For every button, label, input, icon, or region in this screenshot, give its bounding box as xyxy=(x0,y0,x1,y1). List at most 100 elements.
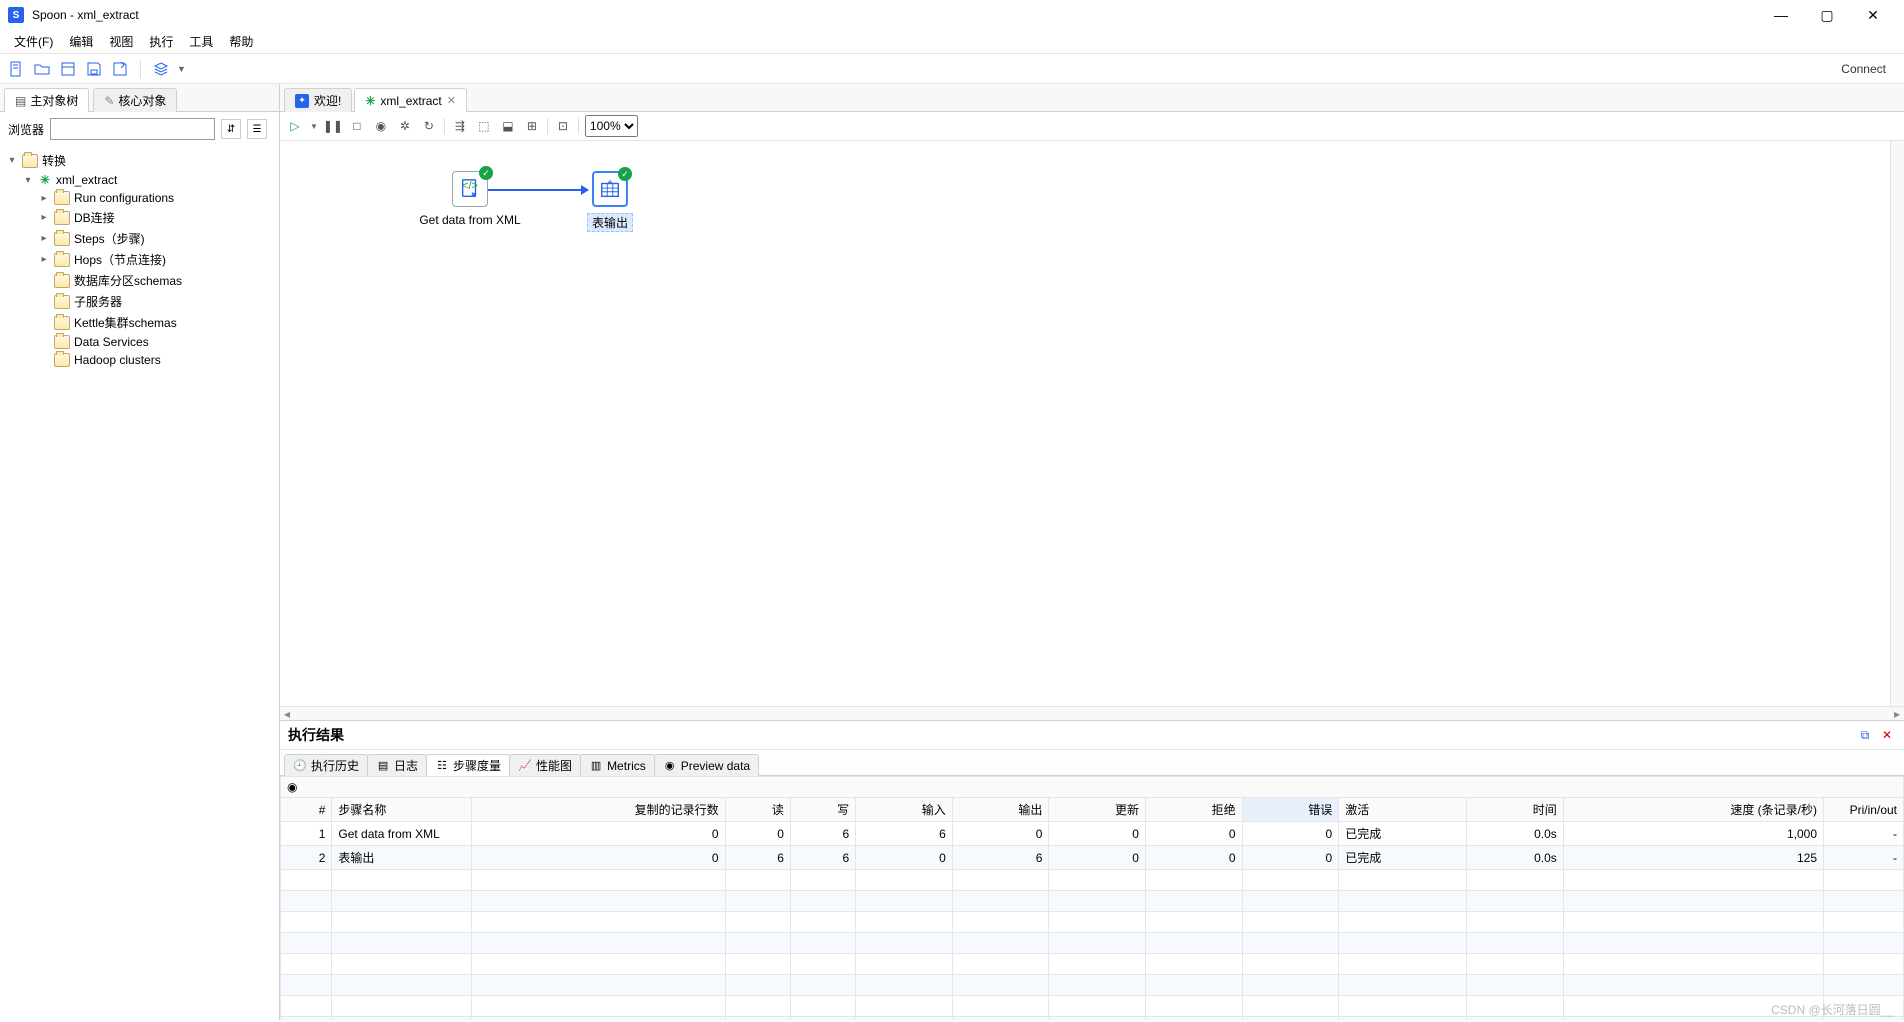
canvas[interactable]: </> ✓ Get data from XML ✓ 表输出 xyxy=(280,141,1904,706)
canvas-vertical-scrollbar[interactable] xyxy=(1890,141,1904,706)
tree-item[interactable]: ▸Hadoop clusters xyxy=(6,351,273,369)
canvas-toolbar: ▷ ▼ ❚❚ □ ◉ ✲ ↻ ⇶ ⬚ ⬓ ⊞ ⊡ 100% xyxy=(280,112,1904,141)
col-speed[interactable]: 速度 (条记录/秒) xyxy=(1563,798,1823,822)
run-dropdown-icon[interactable]: ▼ xyxy=(310,122,318,131)
menu-help[interactable]: 帮助 xyxy=(221,29,261,54)
eye-icon[interactable]: ◉ xyxy=(287,780,297,794)
menu-tools[interactable]: 工具 xyxy=(181,29,221,54)
node-table-output-box[interactable]: ✓ xyxy=(592,171,628,207)
verify-icon[interactable]: ⇶ xyxy=(451,117,469,135)
col-reject[interactable]: 拒绝 xyxy=(1145,798,1242,822)
results-table-wrap[interactable]: ◉ # 步骤名称 复制的记录行数 读 写 输入 输出 更新 拒绝 错误 xyxy=(280,776,1904,1020)
tree-item[interactable]: ▸Steps（步骤) xyxy=(6,228,273,249)
app-icon: S xyxy=(8,7,24,23)
explore-icon[interactable] xyxy=(58,59,78,79)
object-tree[interactable]: ▾转换 ▾✳xml_extract ▸Run configurations ▸D… xyxy=(0,146,279,1020)
minimize-button[interactable]: — xyxy=(1758,0,1804,30)
new-file-icon[interactable] xyxy=(6,59,26,79)
run-icon[interactable]: ▷ xyxy=(286,117,304,135)
tree-item[interactable]: ▸子服务器 xyxy=(6,291,273,312)
close-panel-icon[interactable]: ✕ xyxy=(1878,726,1896,744)
sql-icon[interactable]: ⬓ xyxy=(499,117,517,135)
col-error[interactable]: 错误 xyxy=(1242,798,1339,822)
show-results-icon[interactable]: ⊡ xyxy=(554,117,572,135)
perspective-icon[interactable] xyxy=(151,59,171,79)
cell-idx: 1 xyxy=(281,822,332,846)
tab-exec-history[interactable]: 🕘执行历史 xyxy=(284,754,368,776)
col-output[interactable]: 输出 xyxy=(952,798,1049,822)
tab-step-metrics[interactable]: ☷步骤度量 xyxy=(426,754,510,776)
node-get-xml-box[interactable]: </> ✓ xyxy=(452,171,488,207)
dropdown-caret-icon[interactable]: ▼ xyxy=(177,64,186,74)
table-row-empty xyxy=(281,996,1904,1017)
table-header-row: # 步骤名称 复制的记录行数 读 写 输入 输出 更新 拒绝 错误 激活 时间 xyxy=(281,798,1904,822)
cell-update: 0 xyxy=(1049,822,1146,846)
table-row[interactable]: 2表输出06606000已完成0.0s125- xyxy=(281,846,1904,870)
preview-icon[interactable]: ◉ xyxy=(372,117,390,135)
tree-item[interactable]: ▸Run configurations xyxy=(6,189,273,207)
search-input[interactable] xyxy=(50,118,215,140)
col-input[interactable]: 输入 xyxy=(856,798,953,822)
expand-all-icon[interactable]: ⇵ xyxy=(221,119,241,139)
tab-metrics[interactable]: ▥Metrics xyxy=(580,754,655,776)
canvas-horizontal-scrollbar[interactable]: ◂ ▸ xyxy=(280,706,1904,720)
save-icon[interactable] xyxy=(84,59,104,79)
tree-item[interactable]: ▸DB连接 xyxy=(6,207,273,228)
save-as-icon[interactable] xyxy=(110,59,130,79)
col-idx[interactable]: # xyxy=(281,798,332,822)
menu-run[interactable]: 执行 xyxy=(141,29,181,54)
col-copies[interactable]: 复制的记录行数 xyxy=(472,798,725,822)
tab-xml-extract[interactable]: ✳xml_extract✕ xyxy=(354,88,467,112)
debug-icon[interactable]: ✲ xyxy=(396,117,414,135)
tab-preview-data[interactable]: ◉Preview data xyxy=(654,754,759,776)
results-table: ◉ # 步骤名称 复制的记录行数 读 写 输入 输出 更新 拒绝 错误 xyxy=(280,776,1904,1020)
stop-icon[interactable]: □ xyxy=(348,117,366,135)
close-button[interactable]: ✕ xyxy=(1850,0,1896,30)
tab-perf-graph[interactable]: 📈性能图 xyxy=(509,754,581,776)
col-name[interactable]: 步骤名称 xyxy=(332,798,472,822)
col-active[interactable]: 激活 xyxy=(1339,798,1467,822)
col-read[interactable]: 读 xyxy=(725,798,790,822)
close-tab-icon[interactable]: ✕ xyxy=(447,94,456,107)
cell-read: 0 xyxy=(725,822,790,846)
tree-item[interactable]: ▸数据库分区schemas xyxy=(6,270,273,291)
tab-welcome[interactable]: ✦欢迎! xyxy=(284,88,352,112)
pause-icon[interactable]: ❚❚ xyxy=(324,117,342,135)
transformation-icon: ✳ xyxy=(365,94,375,108)
success-badge-icon: ✓ xyxy=(479,166,493,180)
table-row-empty xyxy=(281,954,1904,975)
maximize-button[interactable]: ▢ xyxy=(1804,0,1850,30)
scroll-left-icon[interactable]: ◂ xyxy=(280,707,294,721)
col-time[interactable]: 时间 xyxy=(1467,798,1564,822)
tab-main-tree[interactable]: ▤主对象树 xyxy=(4,88,89,112)
tab-core-objects[interactable]: ✎核心对象 xyxy=(93,88,177,112)
table-row-empty xyxy=(281,870,1904,891)
table-row[interactable]: 1Get data from XML00660000已完成0.0s1,000- xyxy=(281,822,1904,846)
node-get-xml[interactable]: </> ✓ Get data from XML xyxy=(410,171,530,227)
node-table-output[interactable]: ✓ 表输出 xyxy=(550,171,670,232)
menu-edit[interactable]: 编辑 xyxy=(61,29,101,54)
connect-button[interactable]: Connect xyxy=(1829,62,1898,76)
welcome-icon: ✦ xyxy=(295,94,309,108)
detach-icon[interactable]: ⧉ xyxy=(1856,726,1874,744)
tree-item[interactable]: ▸Kettle集群schemas xyxy=(6,312,273,333)
transformation-icon: ✳ xyxy=(38,173,52,187)
scroll-right-icon[interactable]: ▸ xyxy=(1890,707,1904,721)
replay-icon[interactable]: ↻ xyxy=(420,117,438,135)
history-icon: 🕘 xyxy=(293,759,307,773)
tree-item[interactable]: ▸Hops（节点连接) xyxy=(6,249,273,270)
open-icon[interactable] xyxy=(32,59,52,79)
col-write[interactable]: 写 xyxy=(790,798,855,822)
zoom-select[interactable]: 100% xyxy=(585,115,638,137)
col-pri[interactable]: Pri/in/out xyxy=(1824,798,1904,822)
tab-log[interactable]: ▤日志 xyxy=(367,754,427,776)
tree-root[interactable]: ▾转换 xyxy=(6,150,273,171)
menu-view[interactable]: 视图 xyxy=(101,29,141,54)
collapse-all-icon[interactable]: ☰ xyxy=(247,119,267,139)
col-update[interactable]: 更新 xyxy=(1049,798,1146,822)
explore-db-icon[interactable]: ⊞ xyxy=(523,117,541,135)
menu-file[interactable]: 文件(F) xyxy=(6,29,61,54)
tree-item[interactable]: ▸Data Services xyxy=(6,333,273,351)
impact-icon[interactable]: ⬚ xyxy=(475,117,493,135)
tree-transformation[interactable]: ▾✳xml_extract xyxy=(6,171,273,189)
